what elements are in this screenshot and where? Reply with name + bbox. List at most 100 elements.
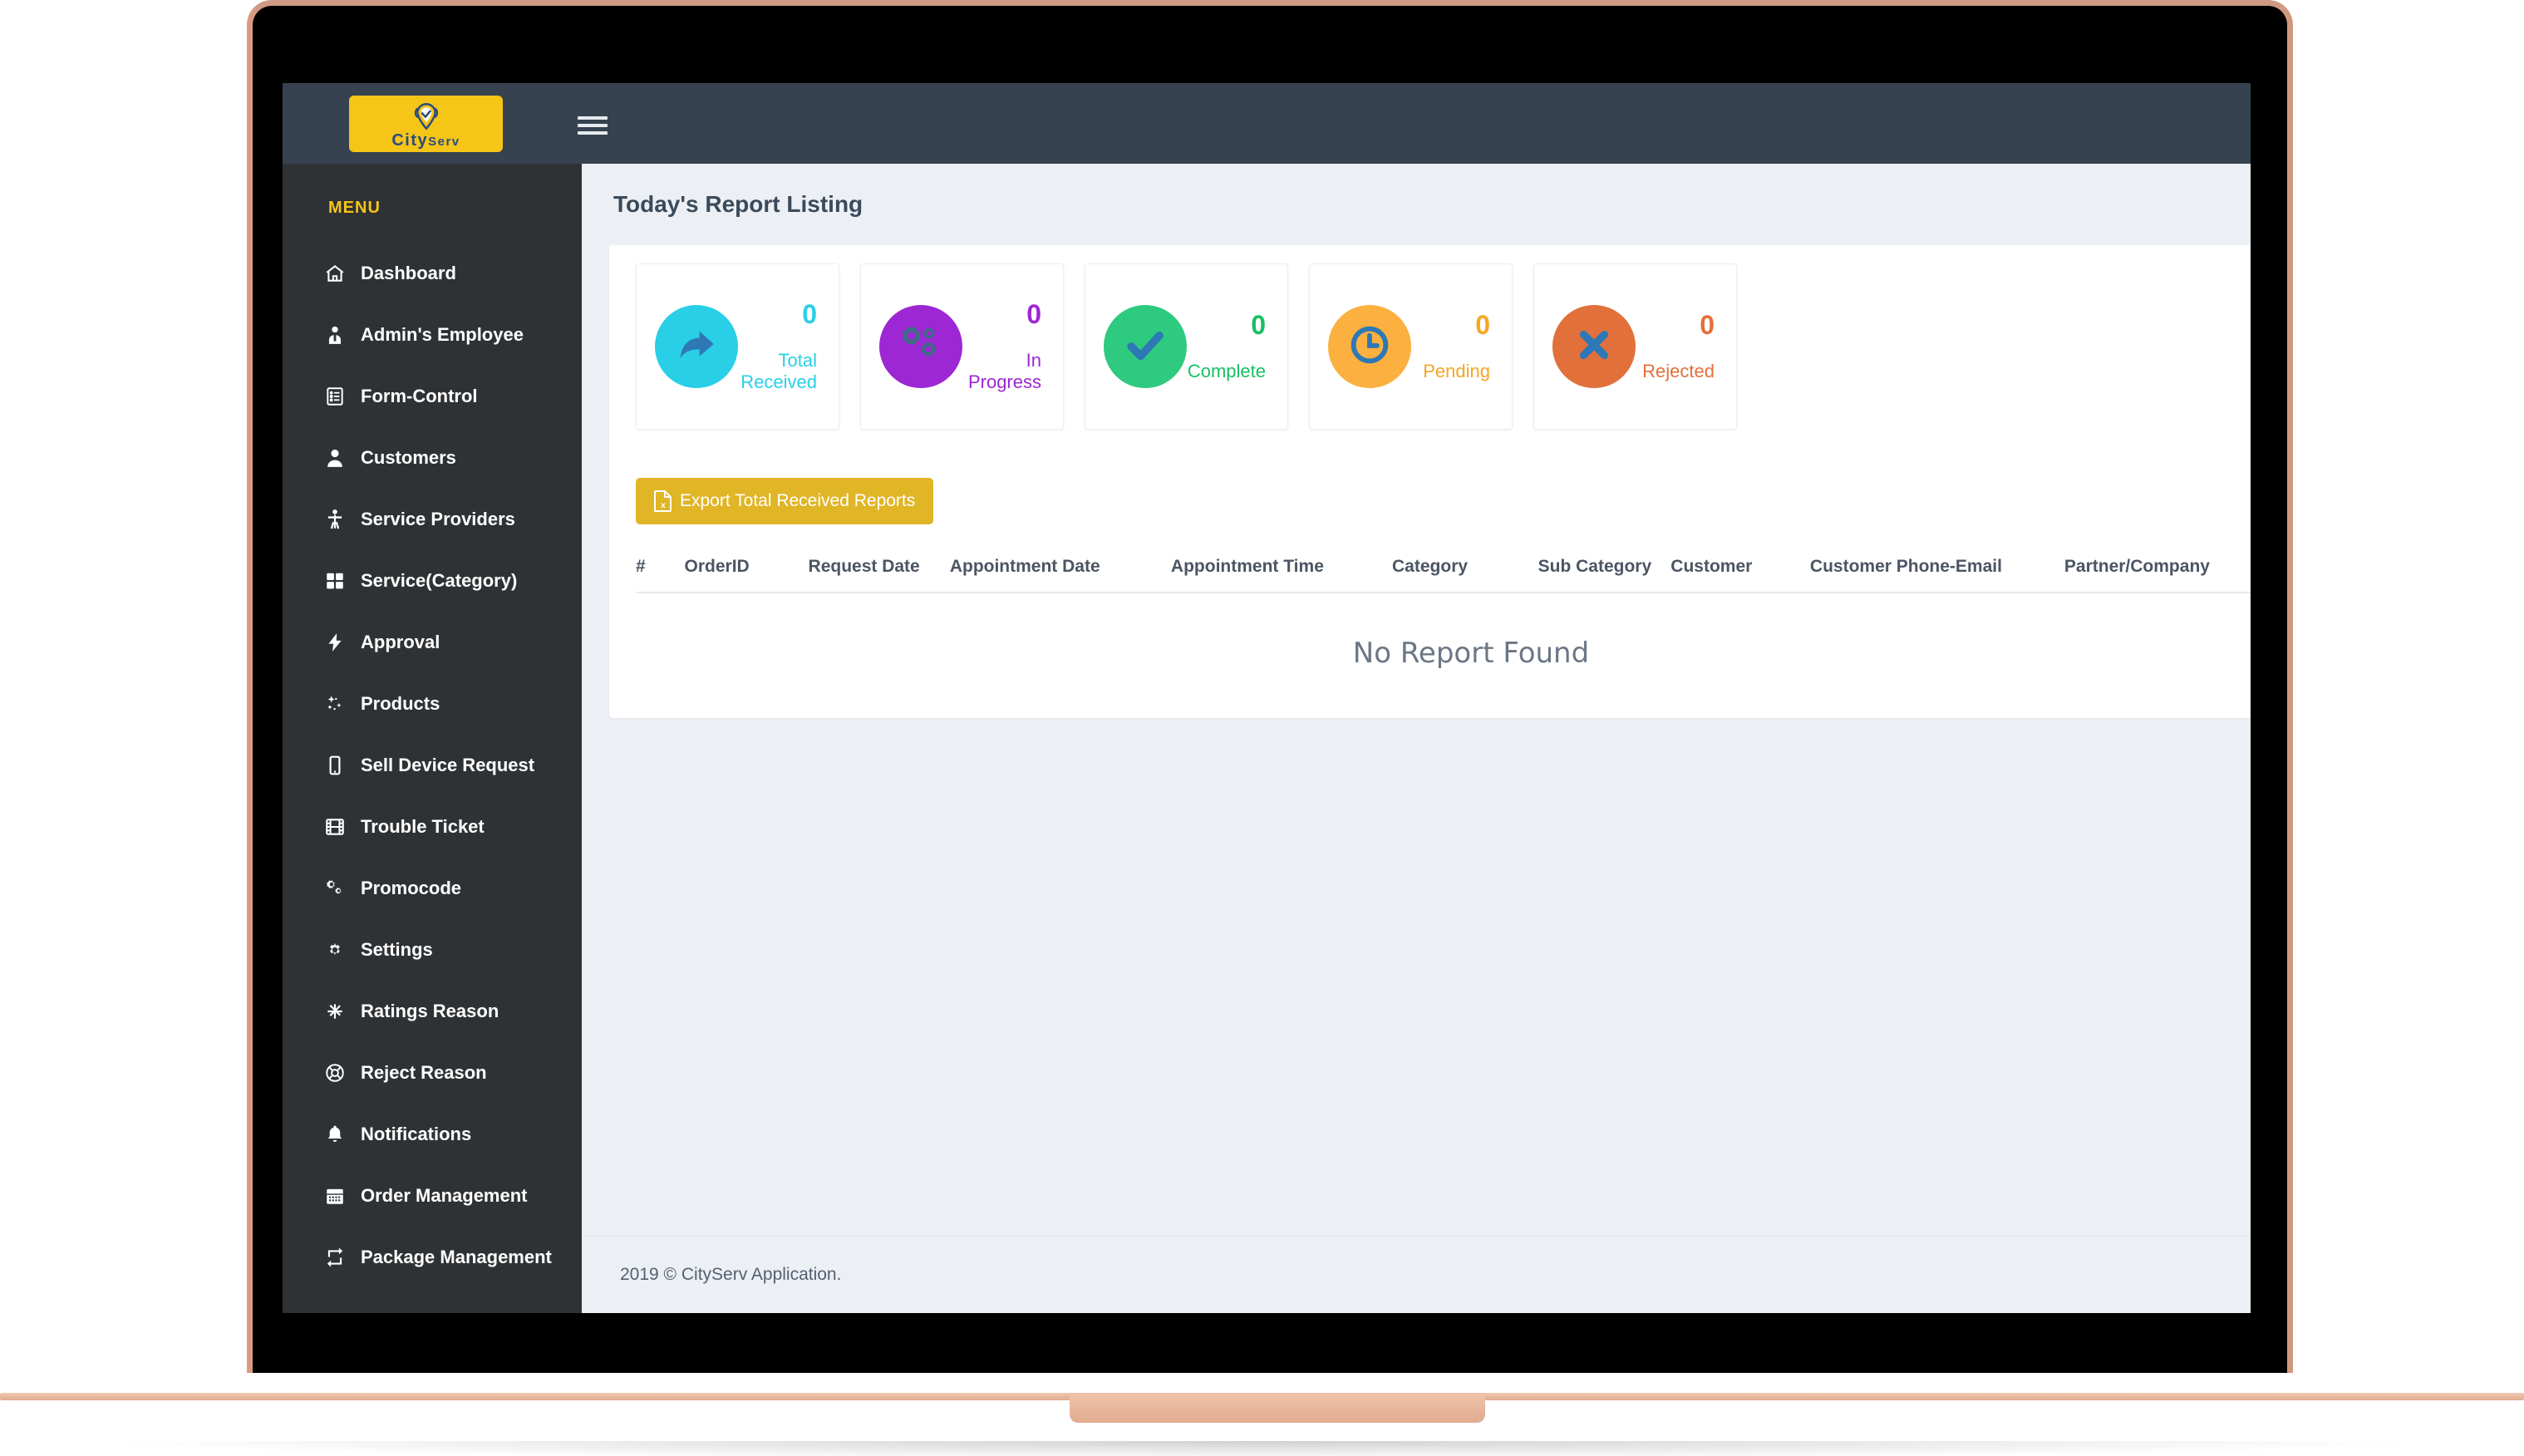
footer: 2019 © CityServ Application.	[582, 1236, 2251, 1313]
laptop-base-shadow	[125, 1441, 2402, 1456]
bell-icon	[324, 1124, 361, 1145]
sidebar-item-label: Service Providers	[361, 509, 515, 529]
footer-copyright: 2019 © CityServ Application.	[620, 1265, 842, 1284]
stat-card-rejected[interactable]: 0 Rejected	[1533, 263, 1737, 430]
table-header-appointment-date: Appointment Date	[949, 557, 1100, 576]
stat-card-label: Complete	[1187, 360, 1266, 381]
share-arrow-icon	[672, 321, 721, 373]
sidebar-item-label: Promocode	[361, 878, 462, 898]
stat-card-label: Pending	[1423, 360, 1490, 381]
brand-logo-text: CityServ	[391, 132, 460, 149]
table-header-customer-phone-email: Customer Phone-Email	[1809, 557, 2002, 576]
sidebar-item-customers[interactable]: Customers	[283, 427, 582, 489]
stat-card-icon-circle	[1552, 305, 1636, 388]
topbar: CityServ	[283, 83, 2251, 164]
sidebar-item-form-control[interactable]: Form-Control	[283, 366, 582, 427]
sidebar-item-label: Admin's Employee	[361, 324, 524, 345]
sidebar-item-admin-s-employee[interactable]: Admin's Employee	[283, 304, 582, 366]
sidebar-item-sell-device-request[interactable]: Sell Device Request	[283, 735, 582, 796]
gear-icon	[324, 939, 361, 961]
stat-card-total-received[interactable]: 0 Total Received	[636, 263, 839, 430]
table-empty-row: No Report Found	[636, 593, 2251, 678]
report-panel: 0 Total Received 0 In Progress 0 Complete 0 Pen…	[609, 245, 2251, 718]
retweet-icon	[324, 1247, 361, 1268]
sidebar-item-promocode[interactable]: Promocode	[283, 858, 582, 919]
stat-card-icon-circle	[655, 305, 738, 388]
cogs-icon	[324, 878, 361, 899]
stat-card-label: In Progress	[967, 349, 1041, 392]
page-header: Today's Report Listing	[582, 164, 2251, 245]
stat-card-text: 0 In Progress	[962, 300, 1045, 392]
table-header-orderid: OrderID	[684, 557, 750, 576]
stat-card-in-progress[interactable]: 0 In Progress	[860, 263, 1064, 430]
cityserv-pin-icon	[414, 102, 438, 130]
sidebar-item-label: Reject Reason	[361, 1062, 487, 1083]
brand-logo[interactable]: CityServ	[349, 96, 503, 152]
stat-card-text: 0 Complete	[1187, 311, 1269, 381]
clock-icon	[1347, 322, 1392, 371]
stat-card-row: 0 Total Received 0 In Progress 0 Complete 0 Pen…	[609, 263, 2251, 430]
bolt-icon	[324, 632, 361, 653]
table-empty-cell: No Report Found	[636, 593, 2251, 678]
stat-card-value: 0	[1700, 310, 1715, 341]
sidebar-item-service-providers[interactable]: Service Providers	[283, 489, 582, 550]
table-header-customer: Customer	[1670, 557, 1753, 576]
sidebar-item-label: Form-Control	[361, 386, 478, 406]
stat-card-pending[interactable]: 0 Pending	[1309, 263, 1513, 430]
export-toolbar: x Export Total Received Reports	[609, 430, 2251, 524]
sidebar: MENU Dashboard Admin's Employee Form-Contr…	[283, 164, 582, 1313]
svg-text:x: x	[661, 501, 666, 510]
sidebar-item-dashboard[interactable]: Dashboard	[283, 243, 582, 304]
th-large-icon	[324, 570, 361, 592]
check-icon	[1123, 322, 1168, 371]
sidebar-item-trouble-ticket[interactable]: Trouble Ticket	[283, 796, 582, 858]
export-button-label: Export Total Received Reports	[680, 491, 916, 510]
stat-card-value: 0	[1026, 299, 1041, 330]
sidebar-item-label: Approval	[361, 632, 440, 652]
admin-app: CityServ MENU Dashboard Admin's Employee F…	[283, 83, 2251, 1313]
table-header-row: # OrderID Request Date Appointment Date Appo…	[636, 556, 2251, 593]
hamburger-bar	[578, 131, 608, 135]
sidebar-item-notifications[interactable]: Notifications	[283, 1104, 582, 1165]
laptop-base-notch	[1070, 1393, 1485, 1423]
logo-serv-text: Serv	[428, 134, 460, 149]
times-icon	[1573, 324, 1615, 370]
stat-card-value: 0	[802, 299, 817, 330]
asterisk-icon	[324, 1001, 361, 1022]
mobile-icon	[324, 755, 361, 776]
sidebar-item-products[interactable]: Products	[283, 673, 582, 735]
user-tie-icon	[324, 324, 361, 346]
film-icon	[324, 816, 361, 838]
table-header-request-date: Request Date	[808, 557, 920, 576]
table-header-: #	[636, 557, 646, 576]
sidebar-item-reject-reason[interactable]: Reject Reason	[283, 1042, 582, 1104]
sidebar-item-order-management[interactable]: Order Management	[283, 1165, 582, 1227]
stat-card-icon-circle	[1328, 305, 1411, 388]
user-icon	[324, 447, 361, 469]
stat-card-value: 0	[1475, 310, 1490, 341]
sidebar-item-label: Dashboard	[361, 263, 456, 283]
table-header-partner-company: Partner/Company	[2064, 557, 2210, 576]
laptop-base	[0, 1393, 2524, 1456]
stat-card-text: 0 Pending	[1411, 311, 1493, 381]
stat-card-text: 0 Rejected	[1636, 311, 1718, 381]
export-total-received-reports-button[interactable]: x Export Total Received Reports	[636, 478, 934, 524]
sidebar-toggle-icon[interactable]	[578, 116, 608, 135]
screenshot-stage: CityServ MENU Dashboard Admin's Employee F…	[0, 0, 2524, 1456]
sidebar-item-label: Customers	[361, 447, 456, 468]
sidebar-item-package-management[interactable]: Package Management	[283, 1227, 582, 1288]
sidebar-item-settings[interactable]: Settings	[283, 919, 582, 981]
calendar-icon	[324, 1185, 361, 1207]
male-icon	[324, 509, 361, 530]
table-header-sub-category: Sub Category	[1538, 557, 1652, 576]
sidebar-item-service-category[interactable]: Service(Category)	[283, 550, 582, 612]
stat-card-icon-circle	[1104, 305, 1187, 388]
sidebar-item-approval[interactable]: Approval	[283, 612, 582, 673]
table-header-appointment-time: Appointment Time	[1170, 557, 1324, 576]
sidebar-item-label: Ratings Reason	[361, 1001, 499, 1021]
sidebar-item-label: Order Management	[361, 1185, 528, 1206]
sidebar-item-ratings-reason[interactable]: Ratings Reason	[283, 981, 582, 1042]
life-ring-icon	[324, 1062, 361, 1084]
stat-card-complete[interactable]: 0 Complete	[1085, 263, 1288, 430]
file-excel-icon: x	[654, 490, 672, 512]
